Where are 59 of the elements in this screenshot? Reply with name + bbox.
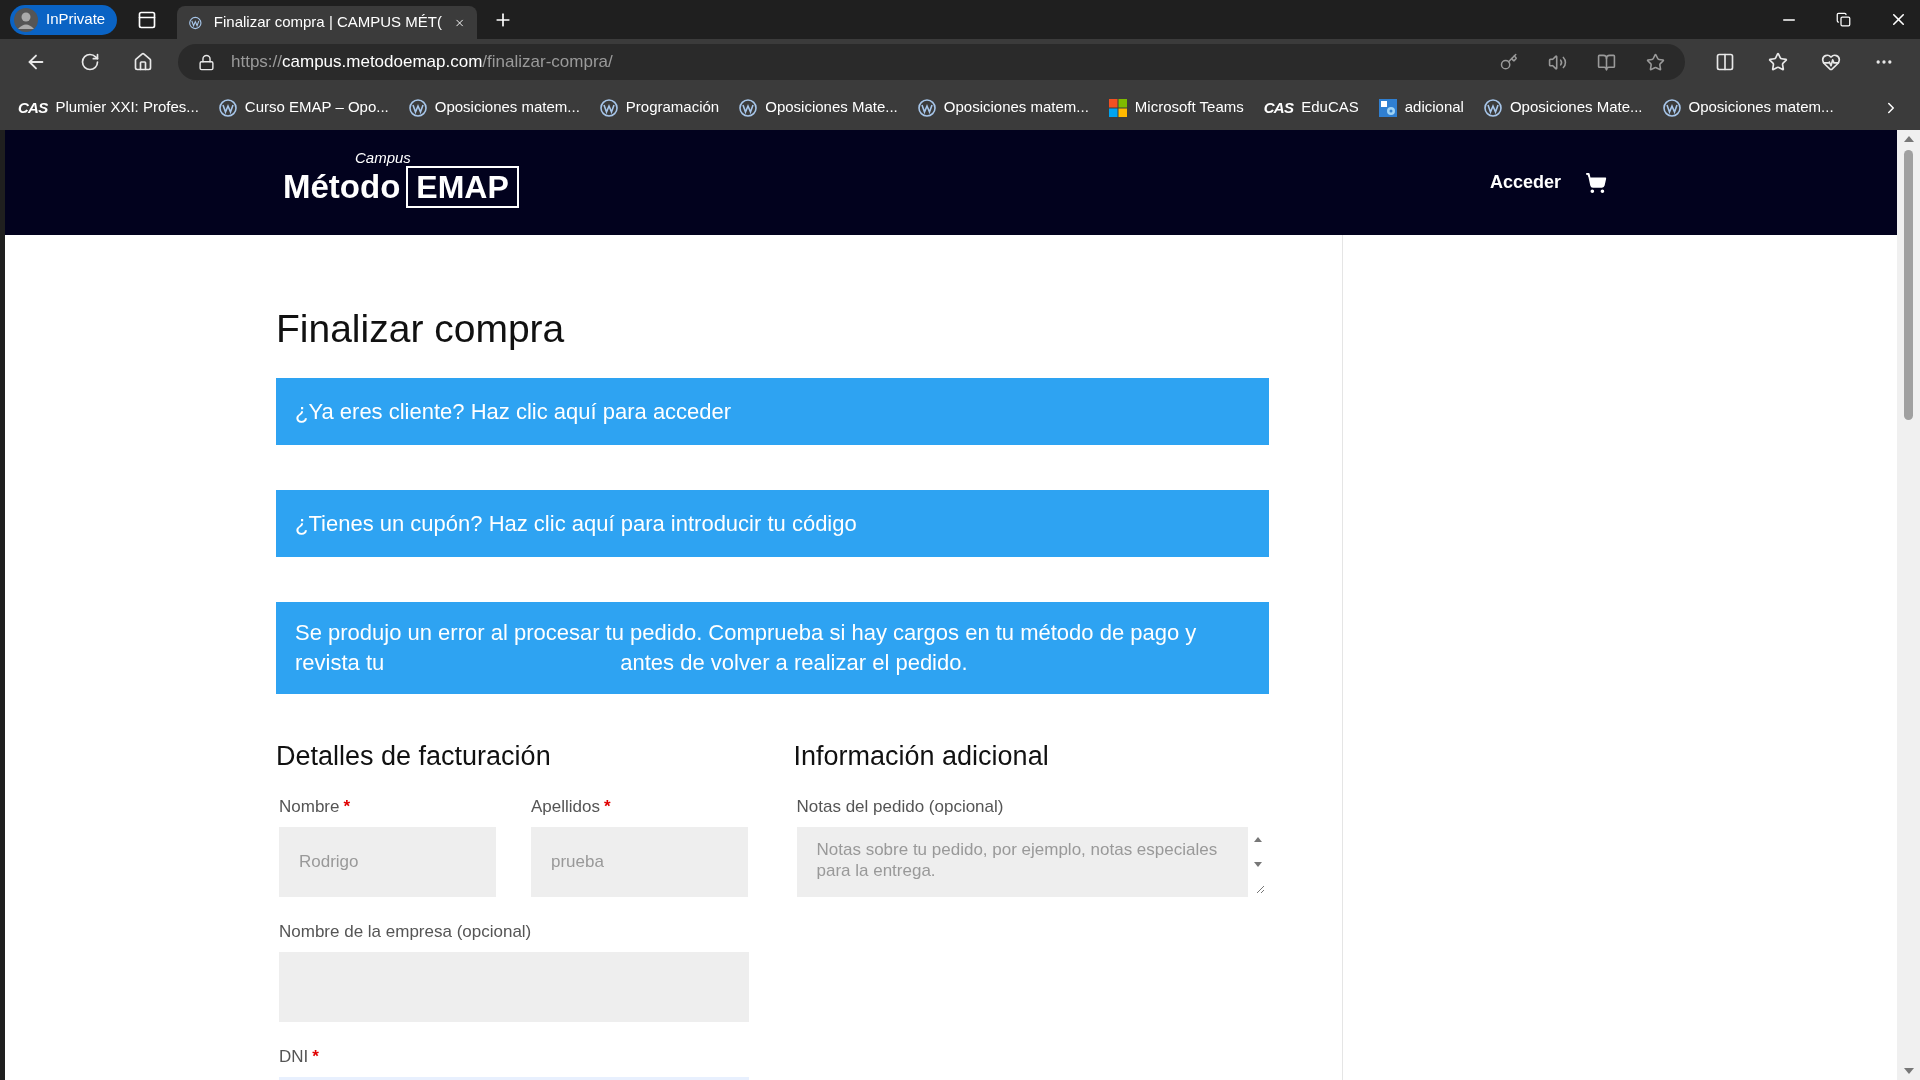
field-label: Apellidos	[531, 795, 600, 818]
reload-icon[interactable]	[80, 52, 100, 72]
scrollbar-thumb[interactable]	[1904, 150, 1913, 420]
split-screen-icon[interactable]	[1715, 52, 1735, 72]
gear-icon	[1378, 98, 1397, 117]
section-heading: Información adicional	[793, 740, 1050, 773]
inprivate-badge[interactable]: InPrivate	[10, 4, 118, 35]
bookmark-item[interactable]: Curso EMAP – Opo...	[218, 96, 389, 119]
key-icon[interactable]	[1500, 53, 1518, 71]
site-icon	[1662, 98, 1681, 117]
site-icon	[1483, 98, 1502, 117]
scroll-up-icon[interactable]	[1903, 136, 1914, 142]
site-icon	[739, 98, 758, 117]
bookmark-item[interactable]: CAS EduCAS	[1263, 96, 1359, 119]
error-message: Se produjo un error al procesar tu pedido. Comprueba si hay cargos en tu método de pago y revista tu antes de volver a realizar el pedido.	[295, 620, 1197, 675]
site-icon	[917, 98, 936, 117]
bookmark-item[interactable]: Microsoft Teams	[1108, 96, 1244, 119]
bookmark-item[interactable]: Oposiciones Mate...	[1483, 96, 1643, 119]
cas-logo-icon: CAS	[18, 100, 48, 115]
site-icon	[599, 98, 618, 117]
site-icon	[218, 98, 237, 117]
page-scrollbar[interactable]	[1897, 130, 1920, 1080]
avatar-icon	[14, 7, 38, 32]
page-title: Finalizar compra	[276, 309, 566, 348]
bookmark-item[interactable]: Oposiciones matem...	[917, 96, 1089, 119]
notes-textarea[interactable]: Notas sobre tu pedido, por ejemplo, notas especiales para la entrega.	[796, 826, 1248, 897]
favorites-icon[interactable]	[1768, 52, 1788, 72]
browser-tab[interactable]: Finalizar compra | CAMPUS MÉT(	[177, 6, 478, 39]
required-asterisk: *	[343, 795, 351, 818]
site-icon	[408, 98, 427, 117]
bookmark-item[interactable]: CAS Plumier XXI: Profes...	[18, 96, 199, 119]
field-label: Nombre	[279, 795, 340, 818]
book-icon[interactable]	[1597, 52, 1616, 72]
lock-icon	[198, 53, 215, 71]
bookmark-item[interactable]: Oposiciones matem...	[1662, 96, 1834, 119]
required-asterisk: *	[312, 1045, 319, 1068]
field-label: Nombre de la empresa (opcional)	[279, 920, 532, 943]
bookmark-item[interactable]: Oposiciones Mate...	[739, 96, 898, 119]
cas-logo-icon: CAS	[1263, 100, 1294, 115]
field-label: DNI	[279, 1045, 309, 1068]
restore-icon[interactable]	[1836, 12, 1851, 27]
heart-pulse-icon[interactable]	[1821, 52, 1841, 72]
bookmark-item[interactable]: Oposiciones matem...	[408, 96, 580, 119]
nav-link[interactable]: Acceder	[1489, 169, 1561, 196]
speaker-icon[interactable]	[1548, 52, 1567, 72]
star-icon[interactable]	[1646, 52, 1665, 72]
windows-squares-icon	[1108, 98, 1127, 117]
field-label: Notas del pedido (opcional)	[796, 795, 1004, 818]
tab-title: Finalizar compra | CAMPUS MÉT(	[213, 12, 442, 33]
required-asterisk: *	[604, 795, 611, 818]
bookmark-item[interactable]: adicional	[1378, 96, 1464, 119]
home-icon[interactable]	[133, 52, 153, 72]
section-heading: Detalles de facturación	[276, 740, 552, 773]
cart-icon[interactable]	[1585, 171, 1607, 194]
tab-actions-icon[interactable]	[137, 9, 158, 30]
address-bar[interactable]: https://campus.metodoemap.com/finalizar-compra/	[178, 44, 1685, 80]
url-text: https://campus.metodoemap.com/finalizar-compra/	[231, 51, 613, 74]
bookmark-item[interactable]: Programación	[599, 96, 720, 119]
scroll-down-icon[interactable]	[1903, 1068, 1914, 1074]
